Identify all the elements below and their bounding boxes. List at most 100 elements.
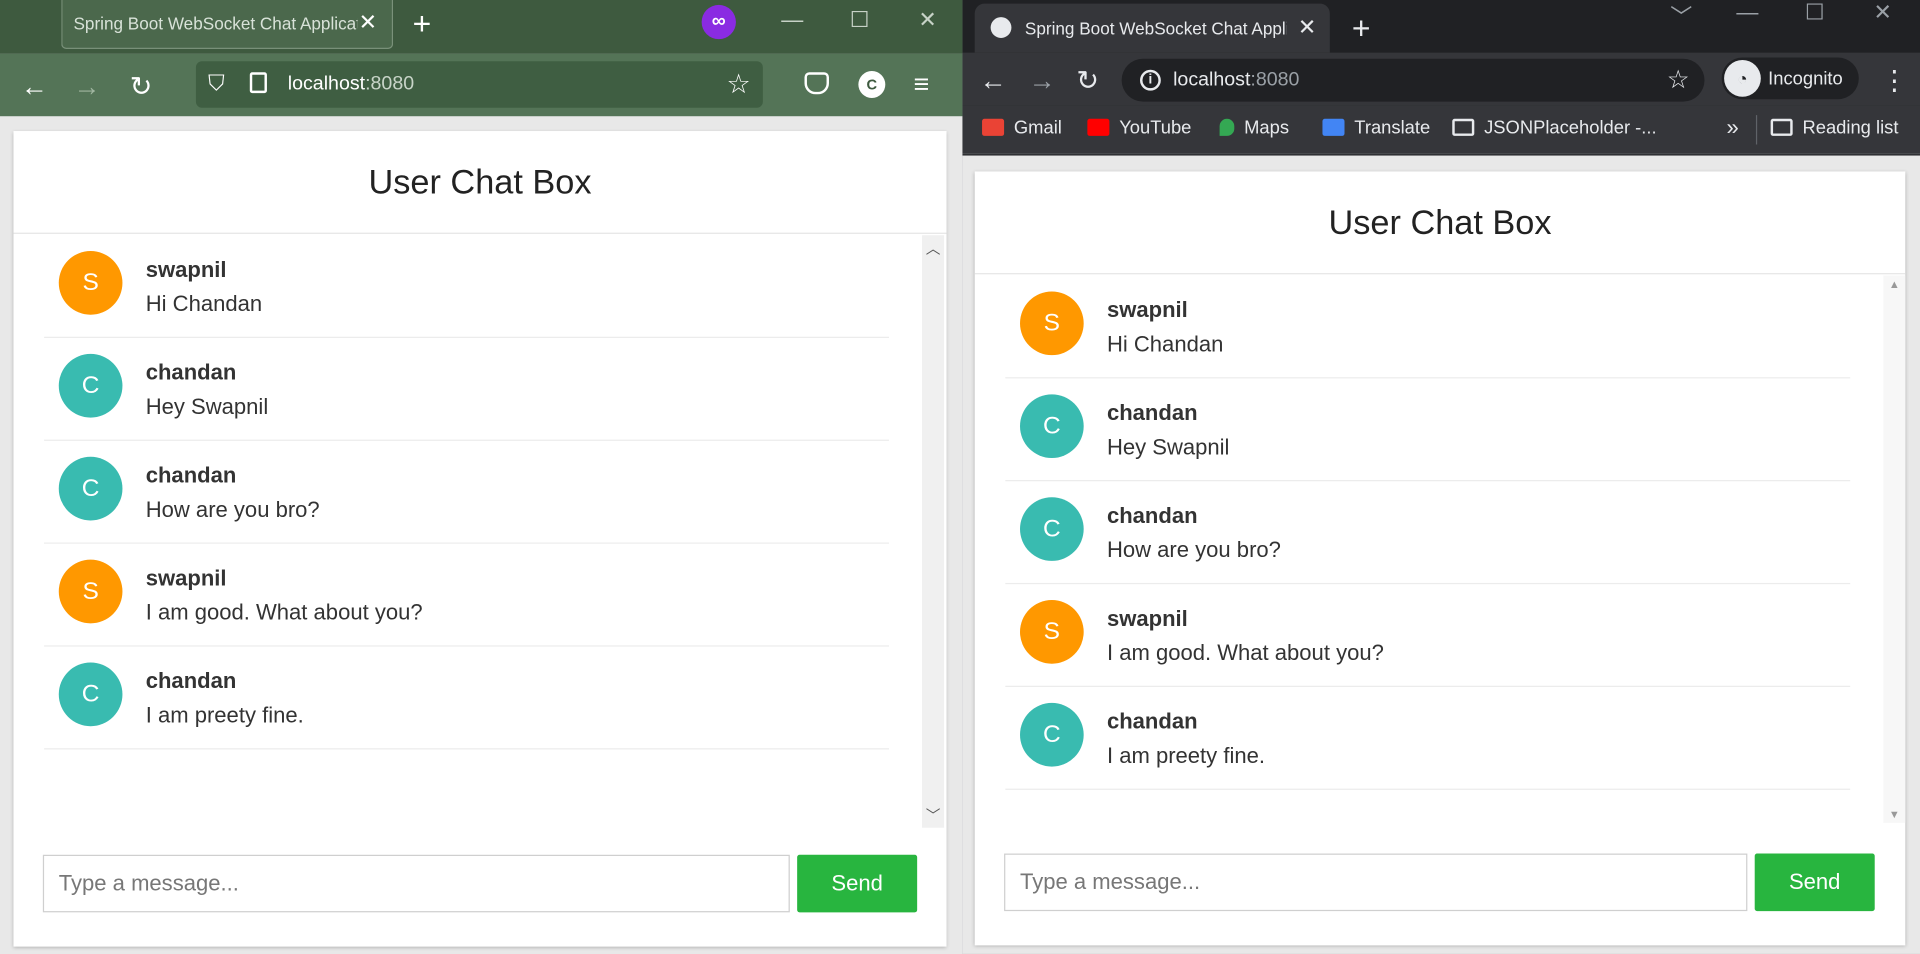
left-active-tab[interactable]: Spring Boot WebSocket Chat Application ✕ xyxy=(61,0,394,49)
chat-message: Cchandan I am preety fine. xyxy=(44,647,889,750)
reload-icon[interactable]: ↻ xyxy=(1076,65,1099,97)
youtube-icon xyxy=(1087,118,1110,136)
incognito-icon: ◔ xyxy=(1724,60,1761,97)
user-avatar: C xyxy=(58,456,123,521)
message-text: Hi Chandan xyxy=(145,291,263,316)
message-input-row: Send xyxy=(1004,853,1876,912)
scroll-down-icon[interactable]: ﹀ xyxy=(922,805,944,826)
close-tab-icon[interactable]: ✕ xyxy=(1298,15,1316,41)
jsonplaceholder-icon xyxy=(1452,118,1475,136)
incognito-profile-button[interactable]: ◔ Incognito xyxy=(1721,57,1859,100)
left-nav-bar: ← → ↻ ⛉ localhost:8080 ☆ C ≡ xyxy=(0,53,963,117)
maximize-icon[interactable]: ☐ xyxy=(1805,0,1825,26)
left-page-content: User Chat Box Sswapnil Hi Chandan Cchandan… xyxy=(0,116,963,954)
maximize-icon[interactable]: ☐ xyxy=(850,7,870,33)
chat-message: Cchandan I am preety fine. xyxy=(1005,687,1851,790)
message-input[interactable] xyxy=(42,854,790,913)
message-sender: swapnil xyxy=(145,565,227,591)
chat-message: Cchandan Hey Swapnil xyxy=(44,338,889,441)
bookmark-star-icon[interactable]: ☆ xyxy=(726,69,750,101)
bookmarks-bar: Gmail YouTube Maps Translate JSONPlaceho… xyxy=(962,105,1920,155)
message-text: How are you bro? xyxy=(1106,537,1281,563)
close-window-icon[interactable]: ✕ xyxy=(918,7,936,33)
bookmark-translate[interactable]: Translate xyxy=(1322,118,1430,138)
message-text: Hi Chandan xyxy=(1106,331,1224,357)
message-sender: swapnil xyxy=(1106,606,1188,631)
send-button[interactable]: Send xyxy=(1754,853,1875,912)
right-toolbar: ← → ↻ i localhost:8080 ☆ ◔ Incognito ⋮ xyxy=(962,52,1920,106)
message-text: I am good. What about you? xyxy=(145,600,423,625)
message-text: I am preety fine. xyxy=(1106,743,1265,768)
message-scrollbar[interactable]: ︿ ﹀ xyxy=(922,235,945,828)
account-avatar[interactable]: C xyxy=(858,71,886,98)
globe-icon xyxy=(990,17,1012,38)
pocket-icon[interactable] xyxy=(804,72,829,95)
minimize-icon[interactable]: — xyxy=(781,7,803,33)
chat-message: Sswapnil I am good. What about you? xyxy=(1005,584,1851,688)
user-avatar: C xyxy=(58,353,123,418)
message-sender: chandan xyxy=(1106,709,1198,734)
tab-search-chevron-icon[interactable]: ﹀ xyxy=(1670,0,1692,32)
right-address-bar[interactable]: i localhost:8080 ☆ xyxy=(1121,58,1705,102)
message-sender: chandan xyxy=(145,462,237,488)
private-browsing-icon: ∞ xyxy=(701,4,736,40)
message-sender: chandan xyxy=(1106,400,1198,425)
chat-message: Sswapnil Hi Chandan xyxy=(1005,276,1851,379)
right-active-tab[interactable]: Spring Boot WebSocket Chat Application ✕ xyxy=(974,3,1330,53)
left-url-text: localhost:8080 xyxy=(287,73,415,95)
message-list: Sswapnil Hi Chandan Cchandan Hey Swapnil Cch… xyxy=(1005,276,1851,790)
shield-icon[interactable]: ⛉ xyxy=(208,71,225,97)
user-avatar: S xyxy=(58,251,123,315)
close-window-icon[interactable]: ✕ xyxy=(1873,0,1891,26)
new-tab-icon[interactable]: + xyxy=(1352,10,1371,48)
bookmark-jsonplaceholder[interactable]: JSONPlaceholder -... xyxy=(1452,118,1657,138)
message-input-row: Send xyxy=(42,854,918,913)
message-text: Hey Swapnil xyxy=(1106,434,1230,460)
close-tab-icon[interactable]: ✕ xyxy=(359,10,377,36)
left-tab-bar: Spring Boot WebSocket Chat Application ✕… xyxy=(0,0,963,54)
user-avatar: S xyxy=(1020,291,1084,356)
maps-pin-icon xyxy=(1219,118,1235,136)
reload-icon[interactable]: ↻ xyxy=(130,71,153,103)
translate-icon xyxy=(1322,118,1345,136)
user-avatar: C xyxy=(1020,497,1084,561)
message-text: I am good. What about you? xyxy=(1106,640,1384,665)
scroll-up-icon[interactable]: ▲ xyxy=(1883,278,1905,290)
chat-message: Cchandan How are you bro? xyxy=(1005,481,1851,585)
bookmark-maps[interactable]: Maps xyxy=(1219,118,1289,138)
hamburger-menu-icon[interactable]: ≡ xyxy=(913,69,929,101)
message-text: Hey Swapnil xyxy=(145,394,269,419)
more-bookmarks-icon[interactable]: » xyxy=(1727,115,1739,141)
bookmark-gmail[interactable]: Gmail xyxy=(982,118,1062,138)
back-icon[interactable]: ← xyxy=(21,71,48,103)
message-sender: chandan xyxy=(1106,503,1198,528)
forward-icon[interactable]: → xyxy=(73,71,100,103)
bookmark-divider xyxy=(1755,115,1758,145)
page-icon xyxy=(249,72,267,94)
right-page-content: User Chat Box Sswapnil Hi Chandan Cchandan… xyxy=(962,155,1920,954)
message-sender: swapnil xyxy=(145,257,227,282)
site-info-icon[interactable]: i xyxy=(1140,69,1161,91)
new-tab-icon[interactable]: + xyxy=(413,5,432,43)
bookmark-youtube[interactable]: YouTube xyxy=(1087,118,1191,138)
chat-header: User Chat Box xyxy=(974,171,1906,275)
message-sender: chandan xyxy=(145,360,237,385)
message-area: Sswapnil Hi Chandan Cchandan Hey Swapnil Cch… xyxy=(975,275,1906,823)
message-scrollbar[interactable]: ▲ ▼ xyxy=(1883,275,1906,823)
scroll-up-icon[interactable]: ︿ xyxy=(922,238,944,259)
user-avatar: C xyxy=(1020,394,1084,459)
forward-icon[interactable]: → xyxy=(1029,65,1056,97)
reading-list[interactable]: Reading list xyxy=(1770,118,1898,138)
back-icon[interactable]: ← xyxy=(980,65,1007,97)
right-tab-title: Spring Boot WebSocket Chat Application xyxy=(1024,18,1287,38)
left-address-bar[interactable]: ⛉ localhost:8080 ☆ xyxy=(195,61,763,108)
chat-message: Cchandan Hey Swapnil xyxy=(1005,378,1851,482)
send-button[interactable]: Send xyxy=(797,854,918,913)
left-browser-window: Spring Boot WebSocket Chat Application ✕… xyxy=(0,0,963,954)
bookmark-star-icon[interactable]: ☆ xyxy=(1667,65,1690,96)
kebab-menu-icon[interactable]: ⋮ xyxy=(1881,65,1908,97)
minimize-icon[interactable]: — xyxy=(1736,0,1758,26)
message-input[interactable] xyxy=(1004,853,1748,912)
user-avatar: C xyxy=(1020,702,1084,767)
scroll-down-icon[interactable]: ▼ xyxy=(1883,808,1905,820)
